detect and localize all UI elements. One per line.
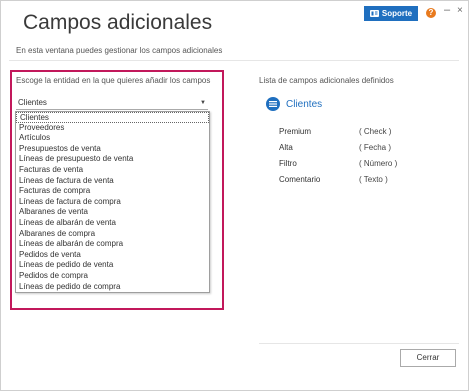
entity-select[interactable]: Clientes ▼ <box>16 98 208 110</box>
field-name: Filtro <box>279 159 297 168</box>
field-name: Comentario <box>279 175 321 184</box>
fields-list: Premium ( Check ) Alta ( Fecha ) Filtro ( Núm… <box>279 127 419 191</box>
field-row[interactable]: Comentario ( Texto ) <box>279 175 419 191</box>
field-type: ( Texto ) <box>359 175 388 184</box>
minimize-button[interactable]: – <box>444 4 450 16</box>
entity-select-value: Clientes <box>18 98 47 107</box>
field-row[interactable]: Filtro ( Número ) <box>279 159 419 175</box>
dialog-window: Campos adicionales Soporte ? – × En esta… <box>0 0 469 391</box>
support-label: Soporte <box>381 9 413 18</box>
dropdown-option[interactable]: Líneas de pedido de compra <box>16 282 209 293</box>
list-icon <box>266 97 280 111</box>
dropdown-option[interactable]: Facturas de compra <box>16 186 209 197</box>
dropdown-option[interactable]: Líneas de pedido de venta <box>16 260 209 271</box>
field-type: ( Fecha ) <box>359 143 392 152</box>
dropdown-option[interactable]: Líneas de albarán de venta <box>16 218 209 229</box>
dropdown-option[interactable]: Albaranes de venta <box>16 207 209 218</box>
dropdown-option[interactable]: Clientes <box>16 112 209 123</box>
dropdown-option[interactable]: Artículos <box>16 133 209 144</box>
entity-header: Clientes <box>266 97 322 111</box>
dropdown-option[interactable]: Líneas de factura de compra <box>16 197 209 208</box>
support-icon <box>369 10 379 17</box>
field-name: Alta <box>279 143 293 152</box>
dropdown-option[interactable]: Pedidos de compra <box>16 271 209 282</box>
entity-name: Clientes <box>286 98 323 110</box>
field-type: ( Número ) <box>359 159 398 168</box>
entity-select-label: Escoge la entidad en la que quieres añad… <box>16 76 211 85</box>
close-window-button[interactable]: × <box>457 5 463 16</box>
page-subtitle: En esta ventana puedes gestionar los cam… <box>16 46 223 55</box>
chevron-down-icon: ▼ <box>200 100 206 106</box>
divider <box>259 343 459 344</box>
field-type: ( Check ) <box>359 127 392 136</box>
dropdown-option[interactable]: Líneas de albarán de compra <box>16 239 209 250</box>
dropdown-option[interactable]: Proveedores <box>16 123 209 134</box>
dropdown-option[interactable]: Albaranes de compra <box>16 229 209 240</box>
dropdown-option[interactable]: Facturas de venta <box>16 165 209 176</box>
divider <box>9 60 459 61</box>
fields-list-label: Lista de campos adicionales definidos <box>259 76 394 85</box>
support-button[interactable]: Soporte <box>364 6 418 21</box>
field-row[interactable]: Premium ( Check ) <box>279 127 419 143</box>
field-row[interactable]: Alta ( Fecha ) <box>279 143 419 159</box>
dropdown-option[interactable]: Pedidos de venta <box>16 250 209 261</box>
close-button[interactable]: Cerrar <box>400 349 456 367</box>
dropdown-option[interactable]: Líneas de factura de venta <box>16 176 209 187</box>
page-title: Campos adicionales <box>23 11 213 34</box>
dropdown-option[interactable]: Líneas de presupuesto de venta <box>16 154 209 165</box>
dropdown-option[interactable]: Presupuestos de venta <box>16 144 209 155</box>
entity-dropdown-list: Clientes Proveedores Artículos Presupuestos… <box>15 111 210 293</box>
field-name: Premium <box>279 127 312 136</box>
help-icon[interactable]: ? <box>426 8 436 18</box>
